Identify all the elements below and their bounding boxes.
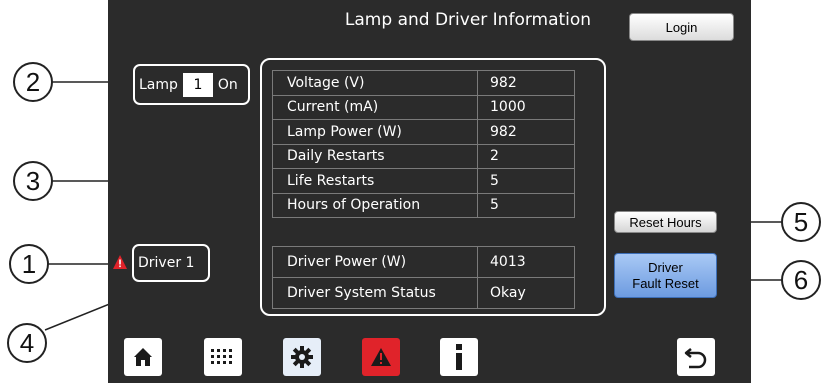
- info-icon: [456, 344, 462, 370]
- row-value: 1000: [477, 94, 575, 120]
- driver-label-box: Driver 1: [132, 244, 210, 282]
- table-row: Current (mA) 1000: [272, 94, 575, 120]
- row-label: Driver System Status: [272, 277, 478, 309]
- gear-icon: [291, 346, 313, 368]
- callout-4: 4: [7, 323, 47, 363]
- home-button[interactable]: [124, 338, 162, 376]
- home-icon: [134, 348, 152, 366]
- table-row: Driver Power (W) 4013: [272, 246, 575, 278]
- table-row: Lamp Power (W) 982: [272, 119, 575, 145]
- callout-2: 2: [13, 62, 53, 102]
- row-label: Life Restarts: [272, 168, 478, 194]
- fault-reset-line1: Driver: [648, 259, 683, 275]
- driver-info-table: Driver Power (W) 4013 Driver System Status…: [272, 246, 575, 309]
- row-value: 4013: [477, 246, 575, 278]
- row-value: 982: [477, 70, 575, 96]
- reset-hours-button[interactable]: Reset Hours: [614, 211, 717, 233]
- table-row: Hours of Operation 5: [272, 192, 575, 218]
- lamp-selector[interactable]: Lamp 1 On: [133, 64, 250, 105]
- back-button[interactable]: [677, 338, 715, 376]
- table-row: Driver System Status Okay: [272, 277, 575, 309]
- lamp-label: Lamp: [139, 76, 178, 93]
- warning-icon: [371, 348, 391, 366]
- row-value: 982: [477, 119, 575, 145]
- lamp-state: On: [217, 76, 238, 93]
- callout-5: 5: [781, 202, 821, 242]
- lamp-info-table: Voltage (V) 982 Current (mA) 1000 Lamp Power…: [272, 70, 575, 218]
- row-label: Hours of Operation: [272, 192, 478, 218]
- row-label: Driver Power (W): [272, 246, 478, 278]
- keypad-button[interactable]: [204, 338, 242, 376]
- back-icon: [684, 348, 707, 369]
- table-row: Life Restarts 5: [272, 168, 575, 194]
- login-button[interactable]: Login: [629, 13, 734, 41]
- row-value: 2: [477, 143, 575, 169]
- table-row: Voltage (V) 982: [272, 70, 575, 96]
- settings-button[interactable]: [283, 338, 321, 376]
- row-value: 5: [477, 168, 575, 194]
- fault-reset-line2: Fault Reset: [632, 275, 699, 291]
- warning-icon: [113, 255, 127, 269]
- driver-fault-reset-button[interactable]: Driver Fault Reset: [614, 253, 717, 298]
- row-label: Lamp Power (W): [272, 119, 478, 145]
- callout-3: 3: [13, 161, 53, 201]
- row-label: Current (mA): [272, 94, 478, 120]
- row-label: Voltage (V): [272, 70, 478, 96]
- device-screen: Lamp and Driver Information Login Lamp 1…: [108, 0, 751, 383]
- row-value: Okay: [477, 277, 575, 309]
- callout-6: 6: [781, 260, 821, 300]
- keypad-icon: [211, 349, 232, 364]
- row-value: 5: [477, 192, 575, 218]
- info-button[interactable]: [440, 338, 478, 376]
- row-label: Daily Restarts: [272, 143, 478, 169]
- driver-label: Driver 1: [138, 255, 195, 271]
- table-row: Daily Restarts 2: [272, 143, 575, 169]
- callout-1: 1: [9, 244, 49, 284]
- lamp-number-field[interactable]: 1: [182, 72, 213, 97]
- alarms-button[interactable]: [362, 338, 400, 376]
